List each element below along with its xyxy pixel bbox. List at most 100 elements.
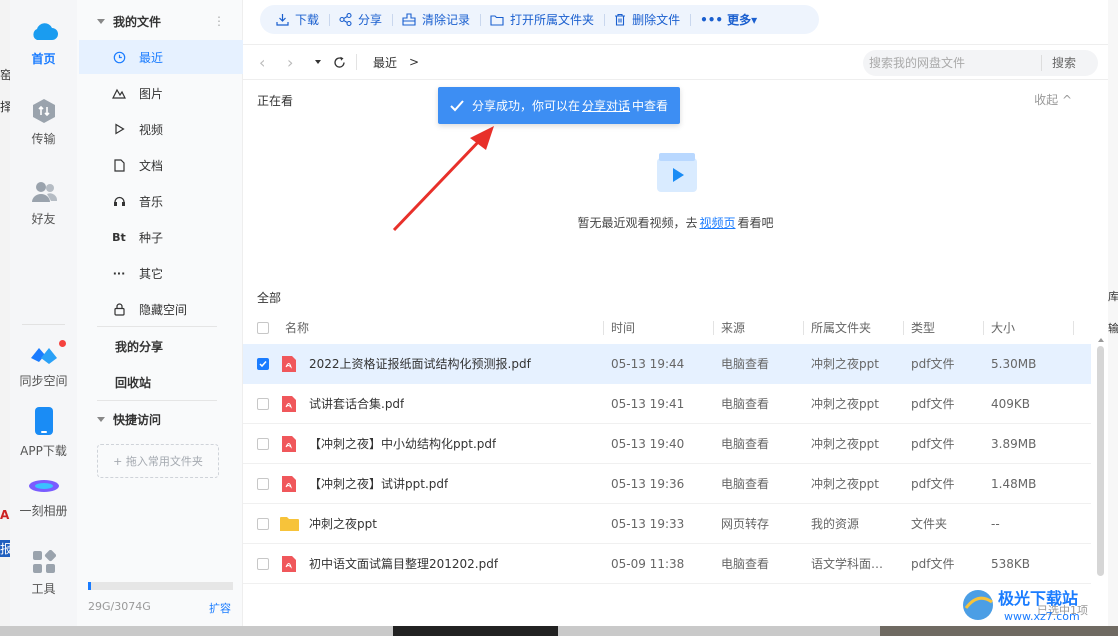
table-row[interactable]: 【冲刺之夜】试讲ppt.pdf 05-13 19:36 电脑查看 冲刺之夜ppt… <box>243 464 1091 504</box>
rail-item-album[interactable]: 一刻相册 <box>10 476 77 519</box>
file-folder[interactable]: 冲刺之夜ppt <box>811 344 879 384</box>
sidebar-item-torrents[interactable]: Bt 种子 <box>79 220 243 254</box>
sidebar-divider <box>97 400 217 401</box>
notification-dot <box>59 340 66 347</box>
rail-label: 好友 <box>31 212 56 226</box>
share-dialog-link[interactable]: 分享对话 <box>582 97 630 114</box>
file-size: 5.30MB <box>991 357 1037 371</box>
empty-text-after: 看看吧 <box>737 216 774 230</box>
rail-item-home[interactable]: 首页 <box>10 20 77 67</box>
sidebar-item-my-share[interactable]: 我的分享 <box>115 338 163 355</box>
file-folder[interactable]: 我的资源 <box>811 504 859 544</box>
table-row[interactable]: 试讲套话合集.pdf 05-13 19:41 电脑查看 冲刺之夜ppt pdf文… <box>243 384 1091 424</box>
file-type: 文件夹 <box>911 517 948 531</box>
desktop-background-left: 窑 择 A 报 <box>0 0 10 636</box>
search-input[interactable] <box>863 56 1041 70</box>
open-folder-label: 打开所属文件夹 <box>510 13 595 27</box>
bg-fragment: 报 <box>0 540 10 557</box>
file-name: 2022上资格证报纸面试结构化预测报.pdf <box>309 357 531 371</box>
row-checkbox[interactable] <box>257 558 269 570</box>
column-size[interactable]: 大小 <box>991 313 1015 343</box>
row-checkbox[interactable] <box>257 438 269 450</box>
sidebar-item-recycle-bin[interactable]: 回收站 <box>115 374 151 391</box>
more-button[interactable]: ••• 更多▾ <box>690 5 767 34</box>
column-type[interactable]: 类型 <box>911 313 935 343</box>
file-folder[interactable]: 冲刺之夜ppt <box>811 464 879 504</box>
sidebar-item-images[interactable]: 图片 <box>79 76 243 110</box>
row-checkbox[interactable] <box>257 518 269 530</box>
file-name: 冲刺之夜ppt <box>309 517 377 531</box>
more-vertical-icon[interactable]: ⋮ <box>213 14 225 28</box>
file-folder[interactable]: 冲刺之夜ppt <box>811 384 879 424</box>
row-checkbox[interactable] <box>257 358 269 370</box>
file-time: 05-13 19:33 <box>611 517 685 531</box>
file-source: 网页转存 <box>721 517 770 531</box>
column-time[interactable]: 时间 <box>611 313 635 343</box>
delete-file-button[interactable]: 删除文件 <box>604 5 690 34</box>
collapse-button[interactable]: 收起 ^ <box>1034 91 1072 108</box>
file-size: 538KB <box>991 557 1031 571</box>
drop-folder-zone[interactable]: + 拖入常用文件夹 <box>97 444 219 478</box>
file-time: 05-13 19:40 <box>611 437 685 451</box>
expand-storage-button[interactable]: 扩容 <box>209 600 231 616</box>
sidebar-item-music[interactable]: 音乐 <box>79 184 243 218</box>
download-icon <box>276 14 289 26</box>
sidebar: 我的文件 ⋮ 最近 图片 视频 文档 音乐 Bt 种子 ··· 其它 隐藏空间 … <box>77 0 243 626</box>
column-name[interactable]: 名称 <box>285 313 309 343</box>
search-button[interactable]: 搜索 <box>1041 55 1076 71</box>
folder-icon <box>280 517 299 531</box>
column-divider <box>603 321 604 335</box>
rail-item-sync-space[interactable]: 同步空间 <box>10 344 77 389</box>
refresh-icon[interactable] <box>333 56 346 69</box>
table-row[interactable]: 初中语文面试篇目整理201202.pdf 05-09 11:38 电脑查看 语文… <box>243 544 1091 584</box>
table-row[interactable]: 冲刺之夜ppt 05-13 19:33 网页转存 我的资源 文件夹 -- <box>243 504 1091 544</box>
sidebar-item-label: 文档 <box>139 158 164 173</box>
open-folder-button[interactable]: 打开所属文件夹 <box>480 5 604 34</box>
sidebar-item-videos[interactable]: 视频 <box>79 112 243 146</box>
check-icon <box>450 99 464 111</box>
select-all-checkbox[interactable] <box>257 322 269 334</box>
scroll-up-arrow-icon[interactable] <box>1098 338 1104 342</box>
file-source: 电脑查看 <box>721 437 770 451</box>
back-arrow-icon[interactable]: ‹ <box>259 53 273 72</box>
rail-item-tools[interactable]: 工具 <box>10 550 77 597</box>
sync-space-icon <box>30 348 57 364</box>
rail-item-friends[interactable]: 好友 <box>10 180 77 227</box>
column-source[interactable]: 来源 <box>721 313 745 343</box>
sidebar-divider <box>97 326 217 327</box>
sidebar-item-recent[interactable]: 最近 <box>79 40 243 74</box>
my-files-header[interactable]: 我的文件 ⋮ <box>77 10 243 32</box>
sidebar-item-documents[interactable]: 文档 <box>79 148 243 182</box>
share-button[interactable]: 分享 <box>329 5 392 34</box>
album-icon <box>28 480 59 492</box>
left-rail: 首页 传输 好友 同步空间 APP下载 一刻相册 工具 <box>10 0 77 626</box>
table-row[interactable]: 【冲刺之夜】中小幼结构化ppt.pdf 05-13 19:40 电脑查看 冲刺之… <box>243 424 1091 464</box>
sidebar-item-hidden-space[interactable]: 隐藏空间 <box>79 292 243 326</box>
history-dropdown-icon[interactable] <box>315 60 321 64</box>
row-checkbox[interactable] <box>257 478 269 490</box>
column-divider <box>803 321 804 335</box>
file-folder[interactable]: 冲刺之夜ppt <box>811 424 879 464</box>
forward-arrow-icon[interactable]: › <box>287 53 301 72</box>
download-button[interactable]: 下载 <box>266 5 329 34</box>
rail-label: 工具 <box>31 582 56 596</box>
breadcrumb-separator: > <box>409 55 420 69</box>
clear-records-button[interactable]: 清除记录 <box>392 5 480 34</box>
video-page-link[interactable]: 视频页 <box>699 216 735 230</box>
desktop-background-bottom <box>0 626 1118 636</box>
file-folder[interactable]: 语文学科面试... <box>811 544 891 584</box>
more-dots-icon: ··· <box>112 266 126 280</box>
rail-item-transfer[interactable]: 传输 <box>10 98 77 147</box>
rail-item-app-download[interactable]: APP下载 <box>10 406 77 459</box>
bg-fragment: 择 <box>0 100 10 114</box>
file-size: -- <box>991 517 1000 531</box>
column-folder[interactable]: 所属文件夹 <box>811 313 871 343</box>
row-checkbox[interactable] <box>257 398 269 410</box>
quick-access-header[interactable]: 快捷访问 <box>77 408 243 430</box>
breadcrumb-recent[interactable]: 最近 <box>373 54 397 71</box>
file-name: 初中语文面试篇目整理201202.pdf <box>309 557 499 571</box>
sidebar-item-other[interactable]: ··· 其它 <box>79 256 243 290</box>
broom-icon <box>402 13 416 26</box>
vertical-scrollbar[interactable] <box>1097 346 1104 576</box>
table-row[interactable]: 2022上资格证报纸面试结构化预测报.pdf 05-13 19:44 电脑查看 … <box>243 344 1091 384</box>
